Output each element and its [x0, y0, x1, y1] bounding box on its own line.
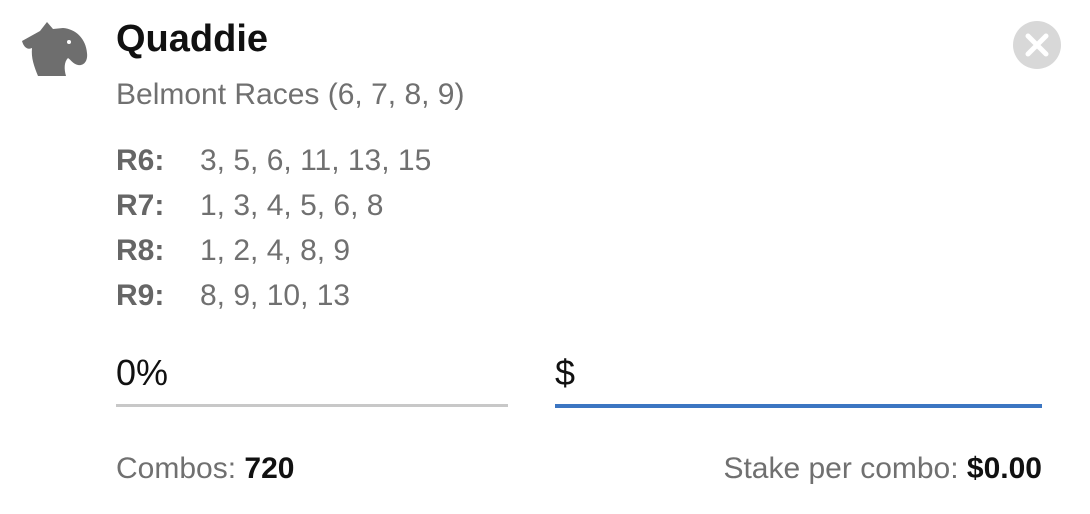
stake-per-combo-summary: Stake per combo: $0.00	[723, 452, 1042, 486]
bet-card: Quaddie Belmont Races (6, 7, 8, 9) R6: 3…	[0, 0, 1090, 514]
race-legs-list: R6: 3, 5, 6, 11, 13, 15 R7: 1, 3, 4, 5, …	[116, 138, 431, 318]
stake-input-value: $	[555, 352, 576, 393]
horse-head-icon	[18, 22, 90, 78]
race-leg-label: R7:	[116, 188, 165, 222]
race-leg-label: R9:	[116, 278, 165, 312]
combos-summary: Combos: 720	[116, 452, 294, 486]
meeting-races-subtitle: Belmont Races (6, 7, 8, 9)	[116, 78, 465, 111]
race-leg-label: R6:	[116, 143, 165, 177]
stake-per-combo-label: Stake per combo:	[723, 452, 959, 485]
race-leg-runners: 3, 5, 6, 11, 13, 15	[200, 143, 432, 177]
race-leg-label: R8:	[116, 233, 165, 267]
stake-per-combo-value: $0.00	[966, 452, 1042, 485]
race-leg-row: R9: 8, 9, 10, 13	[116, 273, 431, 318]
close-icon	[1025, 33, 1049, 57]
bet-type-title: Quaddie	[116, 18, 269, 60]
combos-value: 720	[244, 452, 295, 485]
race-leg-runners: 8, 9, 10, 13	[200, 278, 351, 312]
race-leg-row: R8: 1, 2, 4, 8, 9	[116, 228, 431, 273]
race-leg-runners: 1, 2, 4, 8, 9	[200, 233, 351, 267]
percent-input-value: 0%	[116, 352, 169, 393]
close-button[interactable]	[1013, 21, 1061, 69]
stake-input[interactable]: $	[555, 346, 1042, 408]
race-leg-row: R7: 1, 3, 4, 5, 6, 8	[116, 183, 431, 228]
race-leg-row: R6: 3, 5, 6, 11, 13, 15	[116, 138, 431, 183]
percent-input[interactable]: 0%	[116, 346, 508, 407]
combos-label: Combos:	[116, 452, 237, 485]
race-leg-runners: 1, 3, 4, 5, 6, 8	[200, 188, 384, 222]
